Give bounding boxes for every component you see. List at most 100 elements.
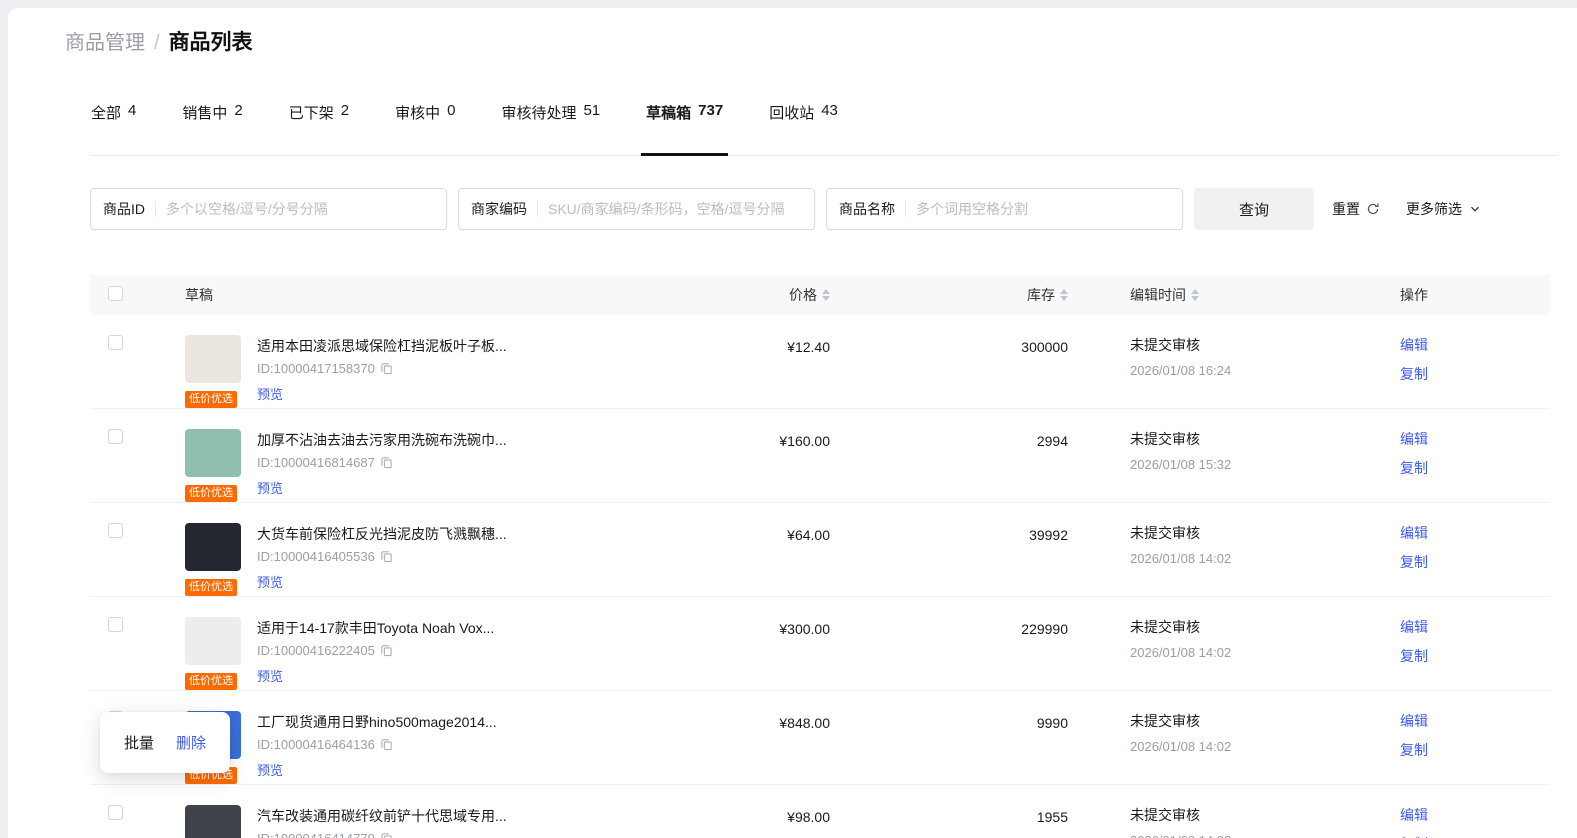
- content-panel: 商品管理 / 商品列表 全部 4 销售中 2 已下架 2 审核中 0 审核待处理…: [8, 8, 1577, 838]
- row-checkbox[interactable]: [108, 805, 123, 820]
- tab-label: 全部: [91, 105, 122, 122]
- reset-label: 重置: [1332, 201, 1360, 217]
- tab-in-review[interactable]: 审核中 0: [394, 102, 456, 155]
- tab-count: 2: [340, 102, 350, 119]
- edit-time: 2026/01/08 14:02: [1130, 551, 1232, 566]
- copy-link[interactable]: 复制: [1400, 458, 1550, 478]
- product-id: ID:10000416405536: [257, 549, 375, 564]
- merchant-code-input[interactable]: [548, 201, 802, 217]
- product-title[interactable]: 适用于14-17款丰田Toyota Noah Vox...: [257, 618, 494, 638]
- price-column-label: 价格: [789, 287, 817, 303]
- product-title[interactable]: 加厚不沾油去油去污家用洗碗布洗碗巾...: [257, 430, 507, 450]
- tab-off-shelf[interactable]: 已下架 2: [288, 102, 350, 155]
- product-thumbnail[interactable]: [185, 617, 241, 665]
- edit-time: 2026/01/08 14:02: [1130, 645, 1232, 660]
- product-id-filter[interactable]: 商品ID: [90, 188, 447, 230]
- edit-link[interactable]: 编辑: [1400, 335, 1550, 355]
- copy-icon[interactable]: [380, 738, 393, 751]
- tab-all[interactable]: 全部 4: [90, 102, 137, 155]
- table-row: 低价优选 适用本田凌派思域保险杠挡泥板叶子板... ID:10000417158…: [90, 315, 1550, 409]
- sort-icon: [822, 289, 830, 301]
- edit-time-sort-header[interactable]: 编辑时间: [1130, 285, 1199, 305]
- edit-link[interactable]: 编辑: [1400, 711, 1550, 731]
- product-title[interactable]: 汽车改装通用碳纤纹前铲十代思域专用...: [257, 806, 507, 826]
- select-all-checkbox[interactable]: [108, 286, 123, 301]
- table-row: 低价优选 大货车前保险杠反光挡泥皮防飞溅飘穗... ID:10000416405…: [90, 502, 1550, 597]
- audit-status: 未提交审核: [1130, 807, 1200, 823]
- price-sort-header[interactable]: 价格: [789, 285, 830, 305]
- more-filters-button[interactable]: 更多筛选: [1406, 199, 1481, 219]
- copy-link[interactable]: 复制: [1400, 740, 1550, 760]
- breadcrumb-separator: /: [154, 32, 160, 54]
- tab-count: 51: [583, 102, 601, 119]
- preview-link[interactable]: 预览: [257, 478, 283, 497]
- copy-link[interactable]: 复制: [1400, 646, 1550, 666]
- tab-review-pending[interactable]: 审核待处理 51: [500, 102, 601, 155]
- row-checkbox[interactable]: [108, 617, 123, 632]
- product-name-filter[interactable]: 商品名称: [826, 188, 1183, 230]
- preview-link[interactable]: 预览: [257, 572, 283, 591]
- sort-icon: [1060, 289, 1068, 301]
- copy-link[interactable]: 复制: [1400, 834, 1550, 838]
- bulk-label: 批量: [124, 735, 155, 752]
- tab-count: 43: [821, 102, 838, 119]
- product-thumbnail[interactable]: [185, 429, 241, 477]
- tab-on-sale[interactable]: 销售中 2: [181, 102, 243, 155]
- tab-recycle-bin[interactable]: 回收站 43: [768, 102, 839, 155]
- refresh-icon: [1367, 203, 1379, 215]
- edit-link[interactable]: 编辑: [1400, 429, 1550, 449]
- stock-column-label: 库存: [1027, 287, 1055, 303]
- low-price-badge: 低价优选: [185, 673, 237, 690]
- row-checkbox[interactable]: [108, 335, 123, 350]
- tab-label: 审核待处理: [501, 105, 577, 122]
- tab-label: 审核中: [395, 105, 441, 122]
- copy-link[interactable]: 复制: [1400, 364, 1550, 384]
- edit-link[interactable]: 编辑: [1400, 805, 1550, 825]
- stock-sort-header[interactable]: 库存: [1027, 285, 1068, 305]
- stock-value: 229990: [1021, 621, 1068, 637]
- copy-icon[interactable]: [380, 362, 393, 375]
- product-thumbnail[interactable]: [185, 523, 241, 571]
- audit-status: 未提交审核: [1130, 525, 1200, 541]
- price-value: ¥64.00: [787, 527, 830, 543]
- tab-count: 737: [698, 102, 724, 119]
- product-thumbnail[interactable]: [185, 335, 241, 383]
- row-checkbox[interactable]: [108, 523, 123, 538]
- stock-value: 9990: [1036, 715, 1068, 731]
- product-name-filter-label: 商品名称: [839, 201, 895, 217]
- products-table: 草稿 价格 库存 编辑时间 操作 低价优选 适用本田凌派思域保险杠挡泥板叶子板.…: [90, 275, 1550, 838]
- edit-link[interactable]: 编辑: [1400, 617, 1550, 637]
- product-title[interactable]: 工厂现货通用日野hino500mage2014...: [257, 712, 497, 732]
- edit-time: 2026/01/08 15:32: [1130, 457, 1232, 472]
- bulk-delete-link[interactable]: 删除: [176, 732, 206, 753]
- product-title[interactable]: 适用本田凌派思域保险杠挡泥板叶子板...: [257, 336, 507, 356]
- row-checkbox[interactable]: [108, 429, 123, 444]
- breadcrumb-parent[interactable]: 商品管理: [65, 26, 145, 55]
- copy-icon[interactable]: [380, 832, 393, 838]
- product-thumbnail[interactable]: [185, 805, 241, 838]
- preview-link[interactable]: 预览: [257, 666, 283, 685]
- copy-icon[interactable]: [380, 456, 393, 469]
- stock-value: 2994: [1036, 433, 1068, 449]
- copy-icon[interactable]: [380, 550, 393, 563]
- edit-link[interactable]: 编辑: [1400, 523, 1550, 543]
- audit-status: 未提交审核: [1130, 431, 1200, 447]
- edit-time-column-label: 编辑时间: [1130, 287, 1186, 303]
- product-name-input[interactable]: [916, 201, 1170, 217]
- price-value: ¥848.00: [779, 715, 830, 731]
- tab-drafts[interactable]: 草稿箱 737: [641, 102, 729, 156]
- copy-link[interactable]: 复制: [1400, 552, 1550, 572]
- product-title[interactable]: 大货车前保险杠反光挡泥皮防飞溅飘穗...: [257, 524, 507, 544]
- price-value: ¥98.00: [787, 809, 830, 825]
- search-button[interactable]: 查询: [1194, 188, 1314, 230]
- actions-column-header: 操作: [1380, 275, 1550, 315]
- preview-link[interactable]: 预览: [257, 384, 283, 403]
- sort-icon: [1191, 289, 1199, 301]
- low-price-badge: 低价优选: [185, 579, 237, 596]
- copy-icon[interactable]: [380, 644, 393, 657]
- preview-link[interactable]: 预览: [257, 760, 283, 779]
- product-id-input[interactable]: [166, 201, 434, 217]
- reset-button[interactable]: 重置: [1332, 199, 1380, 219]
- price-value: ¥300.00: [779, 621, 830, 637]
- merchant-code-filter[interactable]: 商家编码: [458, 188, 815, 230]
